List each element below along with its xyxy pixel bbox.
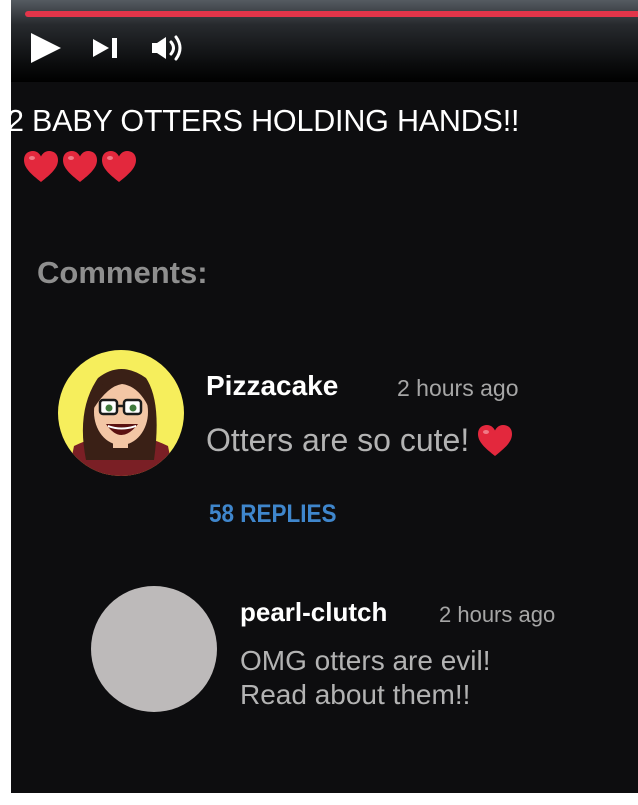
heart-icon	[24, 151, 58, 182]
comment-author[interactable]: Pizzacake	[206, 370, 338, 402]
play-icon[interactable]	[31, 30, 63, 66]
avatar[interactable]	[58, 350, 184, 476]
skip-next-icon[interactable]	[89, 30, 129, 66]
comment-text: Otters are so cute!	[206, 422, 513, 459]
heart-icon	[102, 151, 136, 182]
comment-body: Otters are so cute!	[206, 422, 470, 458]
comments-heading: Comments:	[37, 255, 208, 290]
user-avatar-illustration	[68, 369, 174, 476]
view-replies-link[interactable]: 58 REPLIES	[209, 500, 337, 529]
comment-line: Read about them!!	[240, 679, 471, 710]
heart-icon	[63, 151, 97, 182]
video-title: 2 BABY OTTERS HOLDING HANDS!!	[11, 104, 520, 138]
comment-text: OMG otters are evil! Read about them!!	[240, 644, 620, 712]
comment-line: OMG otters are evil!	[240, 645, 491, 676]
comment-timestamp: 2 hours ago	[439, 602, 556, 627]
comment-timestamp: 2 hours ago	[397, 375, 519, 401]
video-player-controls	[11, 0, 638, 82]
heart-icon	[478, 424, 513, 456]
title-emoji-row	[23, 150, 137, 184]
video-page: 2 BABY OTTERS HOLDING HANDS!! Comments:	[11, 0, 638, 793]
progress-bar[interactable]	[25, 11, 638, 17]
avatar[interactable]	[91, 586, 217, 712]
comment-author[interactable]: pearl-clutch	[240, 597, 387, 628]
volume-icon[interactable]	[149, 30, 191, 66]
